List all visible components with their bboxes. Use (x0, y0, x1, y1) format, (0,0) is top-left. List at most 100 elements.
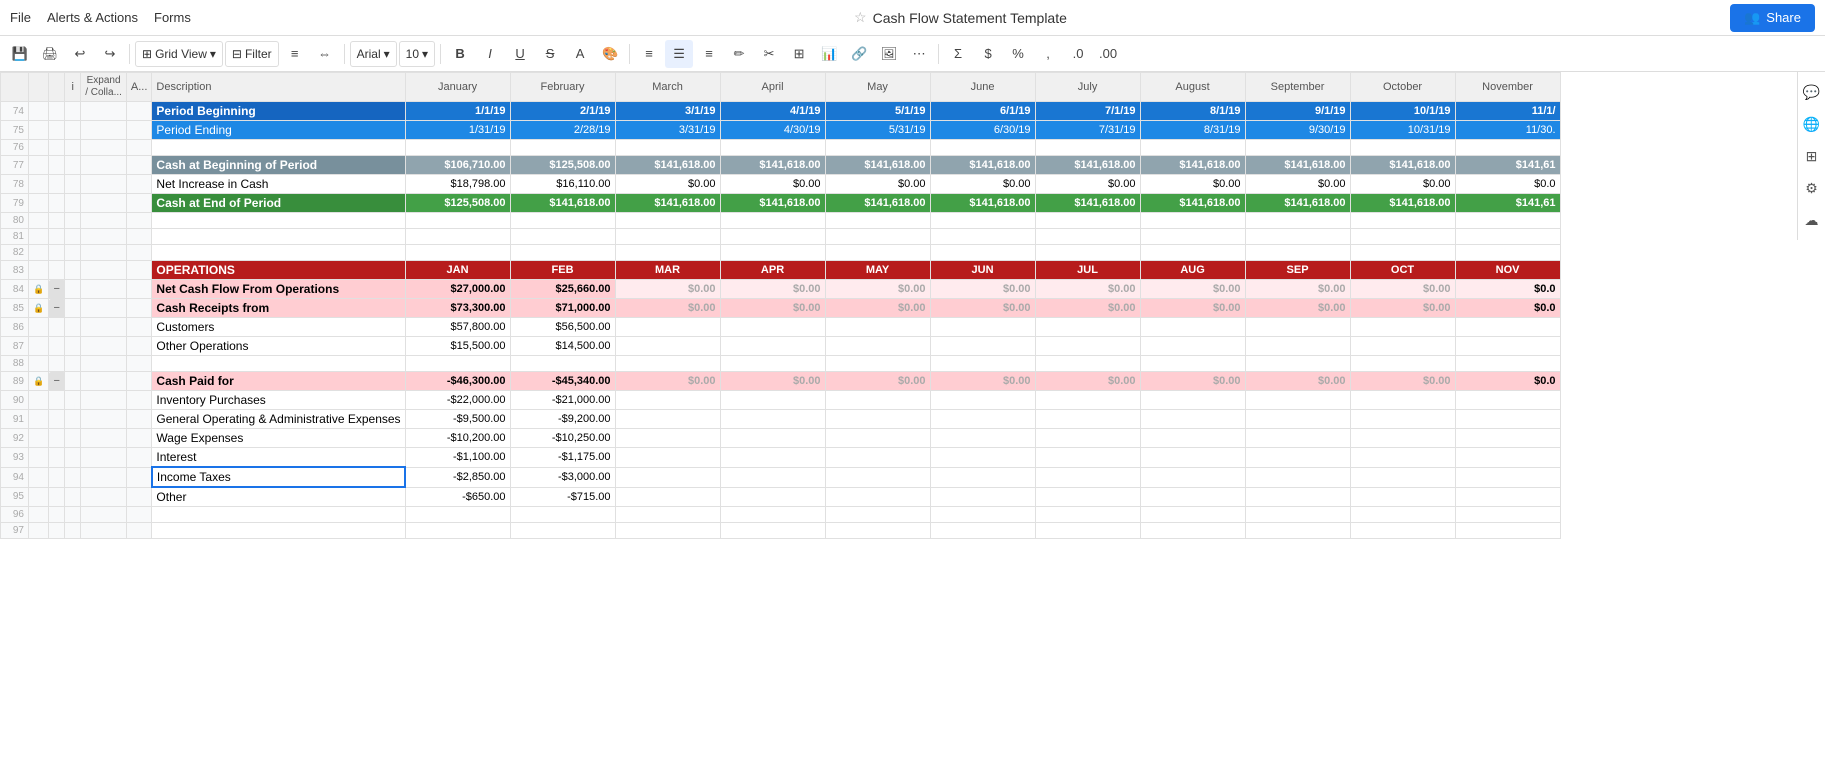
sum-button[interactable]: Σ (944, 40, 972, 68)
col-header-desc: Description (152, 73, 405, 102)
toolbar-sep-4 (629, 44, 630, 64)
percent-button[interactable]: % (1004, 40, 1032, 68)
desc-cell[interactable]: Cash Paid for (152, 372, 405, 391)
col-header-expand: Expand/ Colla... (81, 73, 127, 102)
table-row: 90Inventory Purchases-$22,000.00-$21,000… (1, 391, 1561, 410)
desc-cell[interactable]: Net Increase in Cash (152, 175, 405, 194)
col-header-apr: April (720, 73, 825, 102)
table-row: 80 (1, 213, 1561, 229)
font-selector[interactable]: Arial ▾ (350, 41, 397, 67)
dollar-button[interactable]: $ (974, 40, 1002, 68)
desc-cell[interactable]: OPERATIONS (152, 261, 405, 280)
toolbar-sep-5 (938, 44, 939, 64)
sidebar-cloud-icon[interactable]: ☁ (1800, 208, 1824, 232)
fill-color-button[interactable]: 🎨 (596, 40, 624, 68)
highlight-button[interactable]: ✏ (725, 40, 753, 68)
table-row: 79Cash at End of Period$125,508.00$141,6… (1, 194, 1561, 213)
desc-cell[interactable]: Cash Receipts from (152, 299, 405, 318)
desc-cell[interactable]: Inventory Purchases (152, 391, 405, 410)
print-button[interactable]: 🖨 (36, 40, 64, 68)
chart-button[interactable]: 📊 (815, 40, 843, 68)
col-header-aug: August (1140, 73, 1245, 102)
table-body: 74Period Beginning1/1/192/1/193/1/194/1/… (1, 102, 1561, 539)
star-icon[interactable]: ☆ (854, 9, 867, 26)
table-row: 82 (1, 245, 1561, 261)
align-right-button[interactable]: ≡ (695, 40, 723, 68)
align-left-button[interactable]: ≡ (635, 40, 663, 68)
column-header-row: i Expand/ Colla... A... Description Janu… (1, 73, 1561, 102)
toolbar: 💾 🖨 ↩ ↪ ⊞ Grid View ▾ ⊟ Filter ≡ ⇔ Arial… (0, 36, 1825, 72)
desc-cell[interactable]: Other Operations (152, 337, 405, 356)
align-center-button[interactable]: ☰ (665, 40, 693, 68)
decimal-button[interactable]: .0 (1064, 40, 1092, 68)
dropdown-icon: ▾ (210, 47, 216, 61)
desc-cell[interactable]: Period Beginning (152, 102, 405, 121)
image-button[interactable]: 🖼 (875, 40, 903, 68)
bold-button[interactable]: B (446, 40, 474, 68)
comma-button[interactable]: , (1034, 40, 1062, 68)
desc-cell[interactable]: Other (152, 487, 405, 507)
grid-icon: ⊞ (142, 47, 152, 61)
desc-cell[interactable]: General Operating & Administrative Expen… (152, 410, 405, 429)
sidebar-chat-icon[interactable]: 💬 (1800, 80, 1824, 104)
table-row: 83OPERATIONSJANFEBMARAPRMAYJUNJULAUGSEPO… (1, 261, 1561, 280)
sidebar-settings-icon[interactable]: ⚙ (1800, 176, 1824, 200)
hyperlink-button[interactable]: 🔗 (845, 40, 873, 68)
strikethrough-button[interactable]: S (536, 40, 564, 68)
col-header-oct: October (1350, 73, 1455, 102)
grid-view-button[interactable]: ⊞ Grid View ▾ (135, 41, 223, 67)
menu-forms[interactable]: Forms (154, 10, 191, 25)
menu-alerts[interactable]: Alerts & Actions (47, 10, 138, 25)
desc-cell[interactable]: Net Cash Flow From Operations (152, 280, 405, 299)
top-bar: File Alerts & Actions Forms ☆ Cash Flow … (0, 0, 1825, 36)
undo-button[interactable]: ↩ (66, 40, 94, 68)
decimal2-button[interactable]: .00 (1094, 40, 1122, 68)
row-height-button[interactable]: ≡ (281, 40, 309, 68)
filter-icon: ⊟ (232, 47, 242, 61)
italic-button[interactable]: I (476, 40, 504, 68)
desc-cell[interactable]: Income Taxes (152, 467, 405, 487)
col-header-nov: November (1455, 73, 1560, 102)
desc-cell[interactable]: Customers (152, 318, 405, 337)
table-row: 76 (1, 140, 1561, 156)
table-row: 95Other-$650.00-$715.00 (1, 487, 1561, 507)
col-header-sep: September (1245, 73, 1350, 102)
table-row: 93Interest-$1,100.00-$1,175.00 (1, 448, 1561, 468)
table-row: 86Customers$57,800.00$56,500.00 (1, 318, 1561, 337)
col-header-mar: March (615, 73, 720, 102)
desc-cell[interactable]: Wage Expenses (152, 429, 405, 448)
toolbar-sep-3 (440, 44, 441, 64)
col-header-jul: July (1035, 73, 1140, 102)
menu-file[interactable]: File (10, 10, 31, 25)
underline-button[interactable]: U (506, 40, 534, 68)
table-row: 96 (1, 507, 1561, 523)
col-header-jun: June (930, 73, 1035, 102)
col-header-rownum (1, 73, 29, 102)
scroll-area[interactable]: i Expand/ Colla... A... Description Janu… (0, 72, 1825, 770)
filter-button[interactable]: ⊟ Filter (225, 41, 279, 67)
title-area: ☆ Cash Flow Statement Template (854, 9, 1067, 26)
table-button[interactable]: ⊞ (785, 40, 813, 68)
table-row: 75Period Ending1/31/192/28/193/31/194/30… (1, 121, 1561, 140)
share-button[interactable]: 👥 Share (1730, 4, 1815, 32)
save-button[interactable]: 💾 (6, 40, 34, 68)
desc-cell[interactable]: Period Ending (152, 121, 405, 140)
desc-cell[interactable]: Interest (152, 448, 405, 468)
more-button[interactable]: ⋯ (905, 40, 933, 68)
link-cut-button[interactable]: ✂ (755, 40, 783, 68)
table-row: 85🔒−Cash Receipts from$73,300.00$71,000.… (1, 299, 1561, 318)
desc-cell[interactable]: Cash at End of Period (152, 194, 405, 213)
main-table: i Expand/ Colla... A... Description Janu… (0, 72, 1561, 539)
col-width-button[interactable]: ⇔ (311, 40, 339, 68)
main-content: i Expand/ Colla... A... Description Janu… (0, 72, 1825, 770)
sidebar-grid-icon[interactable]: ⊞ (1800, 144, 1824, 168)
sidebar-globe-icon[interactable]: 🌐 (1800, 112, 1824, 136)
dropdown-icon-2: ▾ (384, 47, 390, 61)
table-row: 77Cash at Beginning of Period$106,710.00… (1, 156, 1561, 175)
desc-cell[interactable]: Cash at Beginning of Period (152, 156, 405, 175)
redo-button[interactable]: ↪ (96, 40, 124, 68)
text-color-button[interactable]: A (566, 40, 594, 68)
font-size-selector[interactable]: 10 ▾ (399, 41, 435, 67)
col-header-ctrl (49, 73, 65, 102)
share-icon: 👥 (1744, 10, 1760, 26)
